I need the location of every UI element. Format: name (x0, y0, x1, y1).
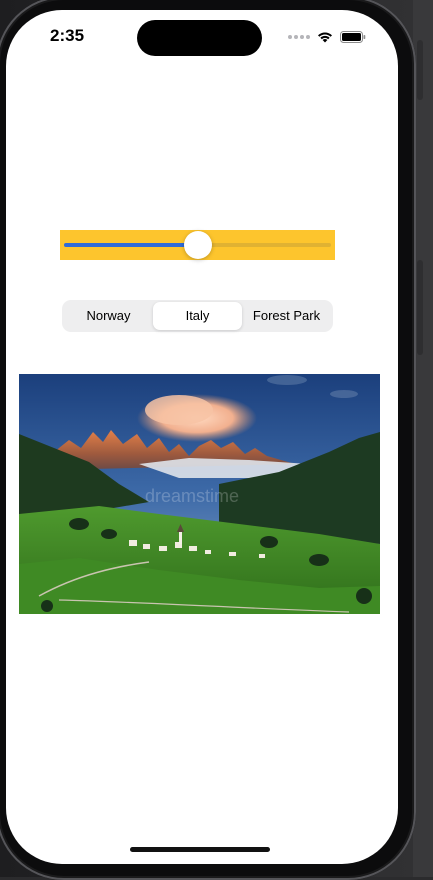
landscape-photo: dreamstime (19, 374, 380, 614)
side-detail (417, 260, 423, 355)
status-icons (288, 30, 366, 44)
iphone-frame: 2:35 Norway Italy Forest Park dreamstime (0, 0, 416, 880)
image-watermark: dreamstime (145, 486, 239, 506)
segment-italy[interactable]: Italy (153, 302, 242, 330)
segmented-control: Norway Italy Forest Park (62, 300, 333, 332)
slider-fill (64, 243, 198, 247)
wifi-icon (318, 32, 332, 43)
dynamic-island (137, 20, 262, 56)
status-time: 2:35 (50, 26, 85, 45)
battery-icon (340, 31, 366, 43)
segment-forest-park[interactable]: Forest Park (242, 302, 331, 330)
segment-norway[interactable]: Norway (64, 302, 153, 330)
landscape-image: dreamstime (19, 374, 380, 614)
home-indicator[interactable] (130, 847, 270, 852)
slider-container (60, 230, 335, 260)
slider-thumb[interactable] (183, 231, 212, 259)
phone-screen: 2:35 Norway Italy Forest Park dreamstime (6, 10, 398, 864)
side-detail (417, 40, 423, 100)
signal-dots-icon (288, 35, 310, 39)
window-edge (413, 0, 433, 877)
